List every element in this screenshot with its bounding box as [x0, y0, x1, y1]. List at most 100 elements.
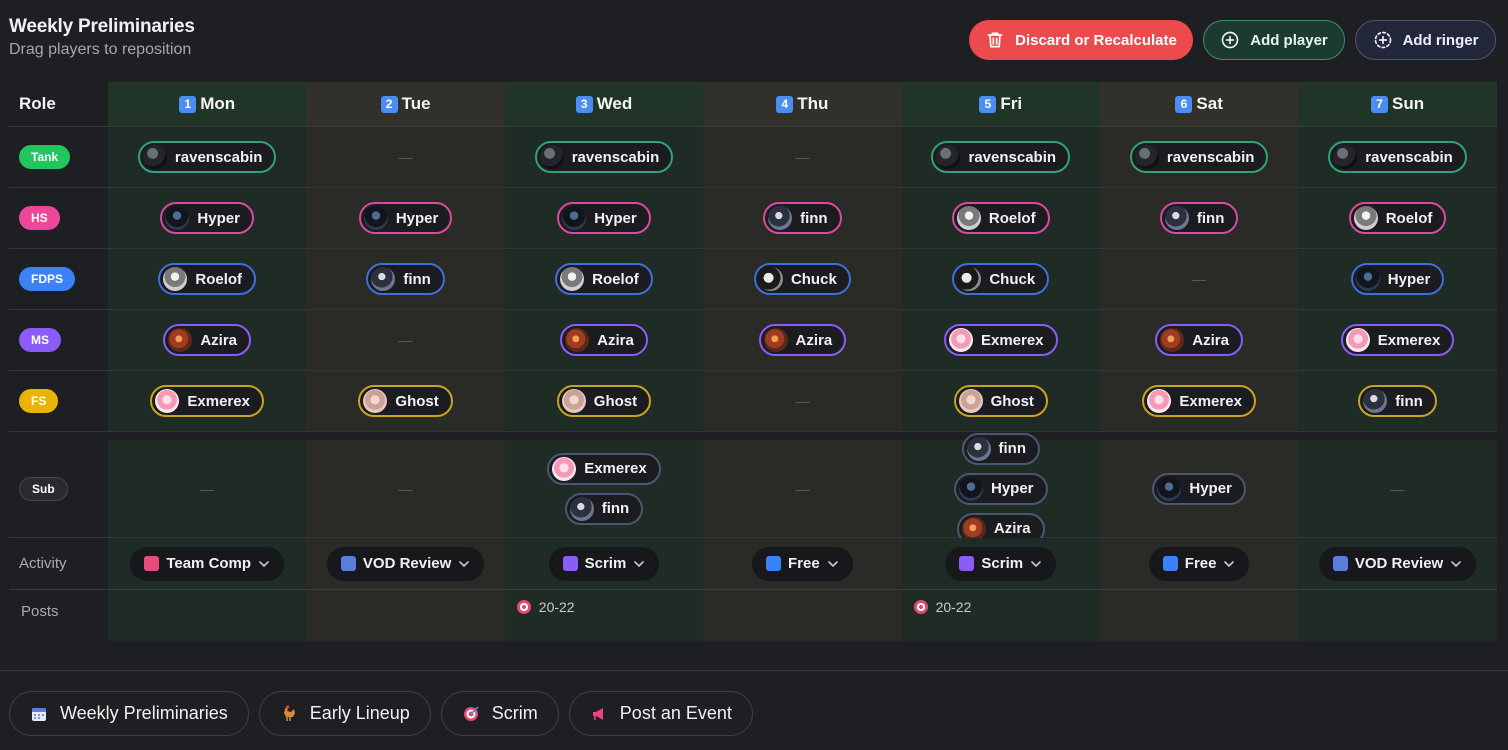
- slot-cell[interactable]: ravenscabin: [1298, 127, 1497, 188]
- player-chip[interactable]: finn: [961, 432, 1040, 465]
- activity-dropdown[interactable]: VOD Review: [1318, 546, 1477, 581]
- slot-cell[interactable]: Ghost: [901, 371, 1100, 432]
- player-chip[interactable]: Exmerex: [1142, 385, 1256, 417]
- player-chip[interactable]: ravenscabin: [931, 141, 1071, 173]
- player-chip[interactable]: Exmerex: [1340, 324, 1455, 356]
- activity-dropdown[interactable]: VOD Review: [326, 546, 485, 581]
- slot-cell[interactable]: ravenscabin: [504, 127, 704, 188]
- player-chip[interactable]: Hyper: [1152, 472, 1246, 505]
- player-chip[interactable]: Hyper: [953, 472, 1048, 505]
- slot-cell[interactable]: Roelof: [504, 249, 704, 310]
- sub-slot-cell[interactable]: finn Hyper Azira: [901, 432, 1100, 545]
- add-ringer-button[interactable]: Add ringer: [1355, 20, 1496, 60]
- post-entry[interactable]: 20-22: [516, 599, 575, 615]
- target-icon: [516, 600, 531, 614]
- slot-cell[interactable]: Hyper: [306, 188, 505, 249]
- player-chip[interactable]: Exmerex: [943, 324, 1058, 356]
- slot-cell[interactable]: Azira: [1099, 310, 1299, 371]
- player-chip[interactable]: Exmerex: [150, 385, 264, 417]
- slot-cell[interactable]: Ghost: [504, 371, 704, 432]
- post-entry[interactable]: 20-22: [913, 599, 971, 615]
- slot-cell[interactable]: finn: [306, 249, 505, 310]
- player-chip[interactable]: Ghost: [556, 385, 652, 417]
- slot-cell[interactable]: Azira: [703, 310, 902, 371]
- slot-cell[interactable]: —: [703, 371, 902, 432]
- slot-cell[interactable]: finn: [1298, 371, 1497, 432]
- player-chip[interactable]: finn: [763, 202, 842, 234]
- add-player-button[interactable]: Add player: [1203, 20, 1345, 60]
- sub-slot-cell[interactable]: —: [703, 440, 902, 538]
- role-label-cell: FDPS: [9, 249, 108, 310]
- player-chip[interactable]: Roelof: [1348, 202, 1447, 234]
- slot-cell[interactable]: —: [1099, 249, 1299, 310]
- slot-cell[interactable]: —: [703, 127, 902, 188]
- player-chip[interactable]: finn: [1358, 385, 1437, 417]
- player-chip[interactable]: Chuck: [753, 263, 851, 295]
- bottom-tab-post-an-event[interactable]: Post an Event: [568, 691, 753, 736]
- slot-cell[interactable]: —: [306, 310, 505, 371]
- player-chip[interactable]: Azira: [758, 324, 847, 356]
- player-avatar: [1134, 145, 1159, 169]
- player-chip[interactable]: Chuck: [952, 263, 1050, 295]
- slot-cell[interactable]: finn: [1099, 188, 1299, 249]
- player-chip[interactable]: Exmerex: [547, 452, 661, 485]
- slot-cell[interactable]: —: [306, 127, 505, 188]
- slot-cell[interactable]: Exmerex: [1298, 310, 1497, 371]
- sub-slot-cell[interactable]: Hyper: [1099, 440, 1299, 538]
- player-chip[interactable]: finn: [1159, 202, 1239, 234]
- activity-dropdown[interactable]: Free: [1148, 546, 1250, 581]
- player-chip[interactable]: ravenscabin: [137, 141, 277, 173]
- slot-cell[interactable]: Roelof: [901, 188, 1100, 249]
- sub-slot-cell[interactable]: —: [306, 440, 505, 538]
- slot-cell[interactable]: Hyper: [108, 188, 307, 249]
- player-chip[interactable]: Ghost: [358, 385, 453, 417]
- player-chip[interactable]: Hyper: [1350, 263, 1445, 295]
- day-number-badge: 7: [1370, 95, 1388, 113]
- player-chip[interactable]: Azira: [163, 324, 252, 356]
- player-avatar: [165, 206, 190, 230]
- slot-cell[interactable]: Chuck: [703, 249, 902, 310]
- slot-cell[interactable]: Roelof: [1298, 188, 1497, 249]
- slot-cell[interactable]: Hyper: [504, 188, 704, 249]
- sub-slot-cell[interactable]: —: [1298, 440, 1497, 538]
- slot-cell[interactable]: Azira: [504, 310, 704, 371]
- player-chip[interactable]: Ghost: [953, 385, 1048, 417]
- player-chip[interactable]: finn: [564, 492, 644, 525]
- player-chip[interactable]: Hyper: [557, 202, 651, 234]
- player-chip[interactable]: Roelof: [158, 263, 257, 295]
- slot-cell[interactable]: Hyper: [1298, 249, 1497, 310]
- player-chip[interactable]: Azira: [1155, 324, 1243, 356]
- slot-cell[interactable]: ravenscabin: [901, 127, 1100, 188]
- sub-slot-cell[interactable]: Exmerex finn: [504, 440, 704, 538]
- bottom-tab-weekly-preliminaries[interactable]: Weekly Preliminaries: [9, 691, 249, 736]
- activity-dropdown[interactable]: Team Comp: [130, 546, 285, 581]
- slot-cell[interactable]: Azira: [108, 310, 307, 371]
- slot-cell[interactable]: Exmerex: [108, 371, 307, 432]
- player-chip[interactable]: Hyper: [160, 202, 254, 234]
- player-chip[interactable]: ravenscabin: [534, 141, 674, 173]
- player-chip[interactable]: Hyper: [358, 202, 453, 234]
- bottom-tab-early-lineup[interactable]: Early Lineup: [258, 691, 431, 736]
- slot-cell[interactable]: Exmerex: [901, 310, 1100, 371]
- player-chip[interactable]: Azira: [560, 324, 648, 356]
- role-label-cell: HS: [9, 188, 108, 249]
- player-chip[interactable]: ravenscabin: [1328, 141, 1467, 173]
- bottom-tab-scrim[interactable]: Scrim: [440, 691, 559, 736]
- slot-cell[interactable]: ravenscabin: [1099, 127, 1299, 188]
- activity-dropdown[interactable]: Scrim: [548, 546, 660, 581]
- slot-cell[interactable]: finn: [703, 188, 902, 249]
- day-header-sun: 7 Sun: [1298, 82, 1497, 127]
- activity-dropdown[interactable]: Scrim: [945, 546, 1057, 581]
- player-chip[interactable]: ravenscabin: [1129, 141, 1269, 173]
- discard-button[interactable]: Discard or Recalculate: [969, 20, 1193, 60]
- slot-cell[interactable]: Roelof: [108, 249, 307, 310]
- player-chip[interactable]: Roelof: [951, 202, 1050, 234]
- slot-cell[interactable]: Exmerex: [1099, 371, 1299, 432]
- player-chip[interactable]: finn: [366, 263, 445, 295]
- slot-cell[interactable]: Chuck: [901, 249, 1100, 310]
- slot-cell[interactable]: ravenscabin: [108, 127, 307, 188]
- slot-cell[interactable]: Ghost: [306, 371, 505, 432]
- sub-slot-cell[interactable]: —: [108, 440, 307, 538]
- activity-dropdown[interactable]: Free: [752, 546, 853, 581]
- player-chip[interactable]: Roelof: [555, 263, 653, 295]
